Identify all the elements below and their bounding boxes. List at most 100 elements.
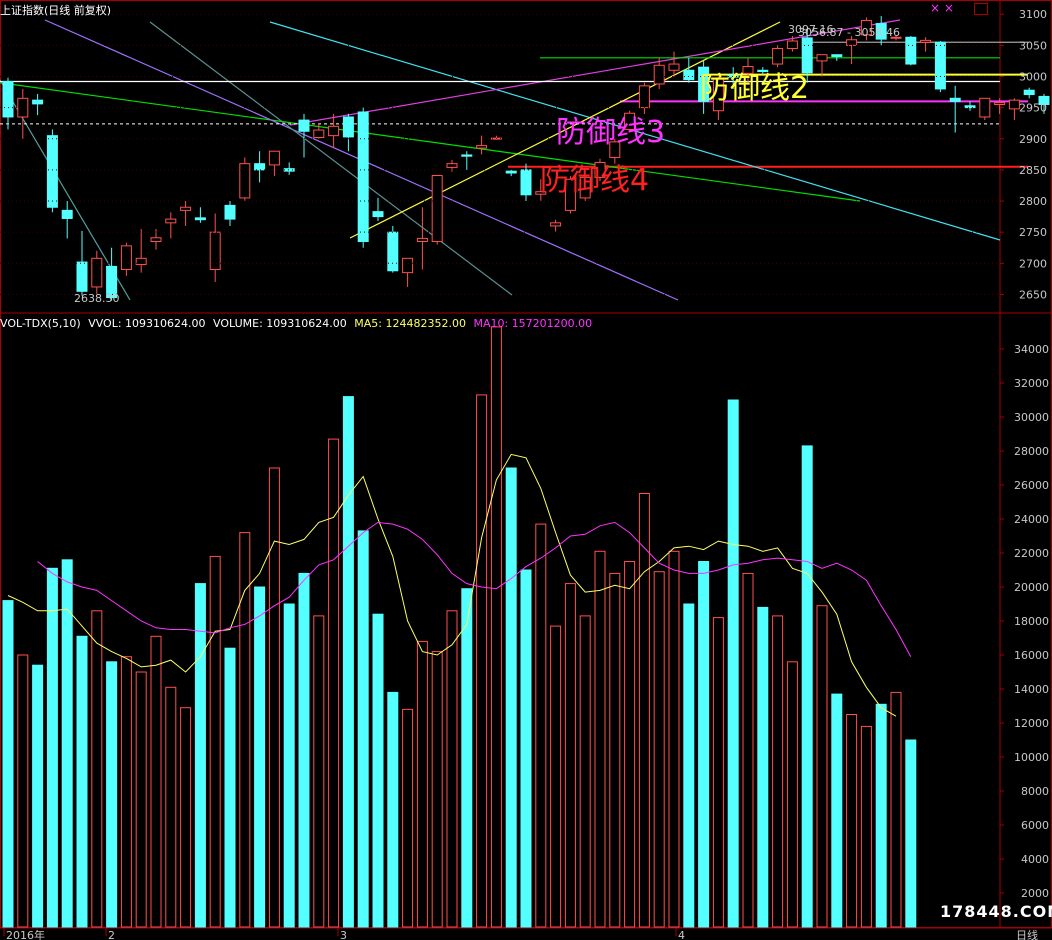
restore-icon[interactable]: [974, 3, 988, 15]
volume-bar: [313, 615, 325, 928]
volume-tick-label: 8000: [1021, 785, 1049, 798]
volume-bar: [431, 651, 443, 928]
candle-body: [638, 85, 650, 109]
volume-bar: [520, 569, 532, 928]
last-price-label: 3056.87 - 3058.46: [798, 26, 900, 39]
low-price-label: 2638.30: [74, 292, 120, 305]
volume-tick-label: 24000: [1014, 513, 1049, 526]
candle-body: [1008, 99, 1020, 110]
candle-body: [1023, 89, 1035, 96]
defense-line-label: 防御线4: [540, 163, 649, 198]
volume-bar: [579, 615, 591, 928]
volume-bar: [416, 640, 428, 928]
candle-body: [949, 97, 961, 102]
volume-tick-label: 20000: [1014, 581, 1049, 594]
candle-body: [328, 125, 340, 137]
price-tick-label: 2900: [1019, 133, 1047, 146]
candle-body: [224, 204, 236, 220]
defense-line-label: 防御线3: [556, 115, 665, 150]
candle-body: [668, 63, 680, 71]
price-tick-label: 2800: [1019, 195, 1047, 208]
volume-bar: [120, 656, 132, 928]
volume-bar: [298, 572, 310, 928]
volume-bar: [224, 647, 236, 928]
candle-body: [831, 54, 843, 58]
volume-bar: [254, 586, 266, 928]
candle-body: [520, 169, 532, 196]
volume-bar: [668, 550, 680, 928]
candle-body: [476, 145, 488, 149]
candle-body: [120, 245, 132, 271]
volume-bar: [535, 523, 547, 928]
volume-bar: [609, 572, 621, 928]
volume-bar: [594, 550, 606, 928]
volume-bar: [831, 693, 843, 928]
candle-body: [505, 170, 517, 174]
candle-body: [32, 99, 44, 105]
volume-bar: [653, 571, 665, 928]
candle-body: [46, 135, 58, 208]
volume-tick-label: 4000: [1021, 853, 1049, 866]
window-controls-icon[interactable]: × ×: [930, 2, 954, 15]
candle-body: [934, 41, 946, 90]
volume-tick-label: 28000: [1014, 445, 1049, 458]
volume-bar: [357, 530, 369, 928]
x-tick-label: 2016年: [6, 928, 45, 940]
period-label: 日线: [1016, 928, 1038, 940]
volume-bar: [757, 606, 769, 928]
volume-bar: [638, 493, 650, 928]
defense-line-label: 防御线2: [700, 71, 809, 106]
volume-bar: [505, 467, 517, 928]
candle-body: [431, 175, 443, 243]
x-tick-label: 2: [108, 929, 115, 940]
candle-body: [964, 105, 976, 109]
volume-bar: [32, 664, 44, 928]
price-tick-label: 3100: [1019, 8, 1047, 21]
volume-tick-label: 22000: [1014, 547, 1049, 560]
candle-body: [372, 211, 384, 218]
candle-body: [342, 116, 354, 138]
volume-tick-label: 2000: [1021, 887, 1049, 900]
volume-bar: [402, 708, 414, 928]
candle-body: [76, 261, 88, 292]
volume-bars: [2, 326, 917, 928]
volume-bar: [550, 625, 562, 928]
volume-bar: [283, 603, 295, 928]
volume-bar: [698, 561, 710, 928]
volume-bar: [816, 605, 828, 928]
volume-bar: [712, 617, 724, 928]
candle-body: [402, 257, 414, 274]
volume-bar: [624, 561, 636, 928]
volume-bar: [106, 661, 118, 928]
candle-body: [165, 218, 177, 224]
volume-bar: [387, 691, 399, 928]
candle-body: [194, 217, 206, 221]
candle-body: [416, 237, 428, 243]
candles: [2, 16, 1050, 301]
volume-bar: [490, 326, 502, 928]
volume-bar: [801, 445, 813, 928]
candle-body: [61, 209, 73, 219]
candle-body: [150, 237, 162, 243]
volume-tick-label: 26000: [1014, 479, 1049, 492]
volume-tick-label: 32000: [1014, 377, 1049, 390]
candle-body: [994, 102, 1006, 106]
x-tick-label: 4: [678, 929, 685, 940]
price-tick-label: 2950: [1019, 102, 1047, 115]
ma10-value: MA10: 157201200.00: [473, 317, 593, 330]
volume-tick-label: 12000: [1014, 717, 1049, 730]
volume-bar: [91, 610, 103, 928]
volume-tick-label: 30000: [1014, 411, 1049, 424]
trend-lines: [0, 19, 1028, 301]
volume-tick-label: 16000: [1014, 649, 1049, 662]
candle-body: [683, 69, 695, 81]
candle-body: [209, 231, 221, 271]
volume-bar: [772, 615, 784, 928]
vvol-value: VVOL: 109310624.00: [88, 317, 206, 330]
indicator-name: VOL-TDX(5,10): [0, 317, 81, 330]
price-tick-label: 2650: [1019, 288, 1047, 301]
candle-body: [298, 119, 310, 132]
volume-bar: [727, 399, 739, 928]
x-tick-label: 3: [340, 929, 347, 940]
volume-value: VOLUME: 109310624.00: [213, 317, 347, 330]
